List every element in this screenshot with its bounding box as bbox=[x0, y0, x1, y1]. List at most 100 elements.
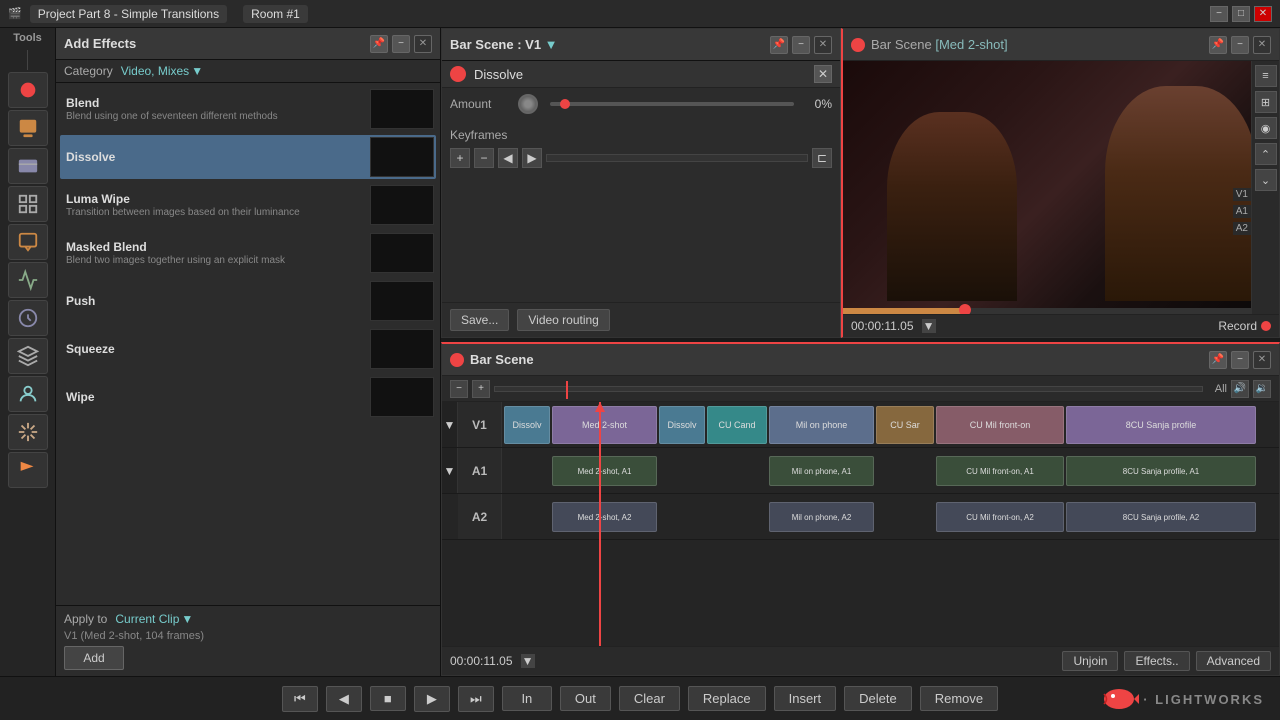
amount-slider[interactable] bbox=[550, 102, 794, 106]
effects-button[interactable]: Effects.. bbox=[1124, 651, 1189, 671]
effect-masked-blend[interactable]: Masked Blend Blend two images together u… bbox=[60, 231, 436, 275]
bar-scene-v1-panel: Bar Scene : V1 ▼ 📌 − ✕ Dissolve ✕ bbox=[441, 28, 841, 338]
room-label[interactable]: Room #1 bbox=[243, 5, 308, 23]
category-value[interactable]: Video, Mixes bbox=[121, 64, 189, 78]
kf-play-btn[interactable]: ▶ bbox=[522, 148, 542, 168]
preview-timecode-dropdown[interactable]: ▼ bbox=[922, 319, 936, 333]
toolbar-icon-5[interactable] bbox=[8, 224, 48, 260]
effect-squeeze[interactable]: Squeeze bbox=[60, 327, 436, 371]
panel-close-btn[interactable]: ✕ bbox=[414, 35, 432, 53]
v1-clip-mil-phone[interactable]: Mil on phone bbox=[769, 406, 874, 444]
toolbar-icon-7[interactable] bbox=[8, 300, 48, 336]
toolbar-icon-flag[interactable] bbox=[8, 452, 48, 488]
toolbar-icon-9[interactable] bbox=[8, 376, 48, 412]
preview-minimize-btn[interactable]: − bbox=[1231, 36, 1249, 54]
effect-push[interactable]: Push bbox=[60, 279, 436, 323]
clear-button[interactable]: Clear bbox=[619, 686, 680, 711]
close-button[interactable]: ✕ bbox=[1254, 6, 1272, 22]
record-button[interactable]: Record bbox=[1218, 319, 1271, 333]
amount-knob[interactable] bbox=[518, 94, 538, 114]
tl-audio-down-btn[interactable]: 🔊 bbox=[1231, 380, 1249, 398]
effect-luma-wipe[interactable]: Luma Wipe Transition between images base… bbox=[60, 183, 436, 227]
timeline-close-btn[interactable]: ✕ bbox=[1253, 351, 1271, 369]
v1-clip-cu-mil[interactable]: CU Mil front-on bbox=[936, 406, 1064, 444]
preview-side-btn-5[interactable]: ⌄ bbox=[1255, 169, 1277, 191]
category-dropdown-icon[interactable]: ▼ bbox=[191, 64, 203, 78]
tl-scroll-track[interactable] bbox=[494, 386, 1203, 392]
apply-to-value[interactable]: Current Clip bbox=[115, 612, 179, 626]
toolbar-icon-2[interactable] bbox=[8, 110, 48, 146]
in-button[interactable]: In bbox=[502, 686, 552, 711]
go-end-button[interactable]: ⏭ bbox=[458, 686, 494, 712]
delete-button[interactable]: Delete bbox=[844, 686, 912, 711]
tl-zoom-in-btn[interactable]: + bbox=[472, 380, 490, 398]
toolbar-icon-3[interactable] bbox=[8, 148, 48, 184]
go-prev-button[interactable]: ◀ bbox=[326, 686, 362, 712]
toolbar-icon-1[interactable] bbox=[8, 72, 48, 108]
a2-clip-8cu-sanja[interactable]: 8CU Sanja profile, A2 bbox=[1066, 502, 1256, 532]
toolbar-icon-6[interactable] bbox=[8, 262, 48, 298]
tl-zoom-out-btn[interactable]: − bbox=[450, 380, 468, 398]
preview-close-btn[interactable]: ✕ bbox=[1253, 36, 1271, 54]
advanced-button[interactable]: Advanced bbox=[1196, 651, 1271, 671]
a1-clip-mil-phone[interactable]: Mil on phone, A1 bbox=[769, 456, 874, 486]
apply-dropdown-icon[interactable]: ▼ bbox=[181, 612, 193, 626]
bs-v1-close-btn[interactable]: ✕ bbox=[814, 36, 832, 54]
bs-v1-dropdown-icon[interactable]: ▼ bbox=[545, 37, 558, 52]
timeline-pin-btn[interactable]: 📌 bbox=[1209, 351, 1227, 369]
tl-timecode-dropdown[interactable]: ▼ bbox=[521, 654, 535, 668]
replace-button[interactable]: Replace bbox=[688, 686, 766, 711]
dissolve-remove-btn[interactable]: ✕ bbox=[814, 65, 832, 83]
tl-audio-up-btn[interactable]: 🔉 bbox=[1253, 380, 1271, 398]
effect-dissolve[interactable]: Dissolve bbox=[60, 135, 436, 179]
go-start-button[interactable]: ⏮ bbox=[282, 686, 318, 712]
effect-wipe[interactable]: Wipe bbox=[60, 375, 436, 419]
a1-clip-8cu-sanja[interactable]: 8CU Sanja profile, A1 bbox=[1066, 456, 1256, 486]
v1-clip-dissolv2[interactable]: Dissolv bbox=[659, 406, 705, 444]
minimize-button[interactable]: − bbox=[1210, 6, 1228, 22]
preview-side-btn-2[interactable]: ⊞ bbox=[1255, 91, 1277, 113]
remove-button[interactable]: Remove bbox=[920, 686, 998, 711]
maximize-button[interactable]: □ bbox=[1232, 6, 1250, 22]
v1-clip-med2shot[interactable]: Med 2-shot bbox=[552, 406, 657, 444]
toolbar-icon-4[interactable] bbox=[8, 186, 48, 222]
preview-timecode: 00:00:11.05 bbox=[851, 319, 914, 333]
preview-side-btn-4[interactable]: ⌃ bbox=[1255, 143, 1277, 165]
unjoin-button[interactable]: Unjoin bbox=[1062, 651, 1118, 671]
out-button[interactable]: Out bbox=[560, 686, 611, 711]
preview-side-btn-1[interactable]: ≡ bbox=[1255, 65, 1277, 87]
preview-side-btn-3[interactable]: ◉ bbox=[1255, 117, 1277, 139]
go-next-button[interactable]: ▶ bbox=[414, 686, 450, 712]
v1-clip-cu-cand[interactable]: CU Cand bbox=[707, 406, 767, 444]
panel-pin-btn[interactable]: 📌 bbox=[370, 35, 388, 53]
toolbar-icon-8[interactable] bbox=[8, 338, 48, 374]
a2-clip-mil-phone[interactable]: Mil on phone, A2 bbox=[769, 502, 874, 532]
a2-clip-cu-mil[interactable]: CU Mil front-on, A2 bbox=[936, 502, 1064, 532]
insert-button[interactable]: Insert bbox=[774, 686, 837, 711]
kf-end-btn[interactable]: ⊏ bbox=[812, 148, 832, 168]
a1-clip-med2shot[interactable]: Med 2-shot, A1 bbox=[552, 456, 657, 486]
panel-minimize-btn[interactable]: − bbox=[392, 35, 410, 53]
effect-wipe-name: Wipe bbox=[66, 390, 366, 404]
a2-clip-med2shot[interactable]: Med 2-shot, A2 bbox=[552, 502, 657, 532]
add-effect-button[interactable]: Add bbox=[64, 646, 124, 670]
stop-button[interactable]: ■ bbox=[370, 686, 406, 711]
kf-prev-btn[interactable]: ◀ bbox=[498, 148, 518, 168]
v1-clip-8cu-sanja[interactable]: 8CU Sanja profile bbox=[1066, 406, 1256, 444]
save-button[interactable]: Save... bbox=[450, 309, 509, 331]
v1-collapse-btn[interactable]: ▼ bbox=[442, 402, 458, 447]
bs-v1-pin-btn[interactable]: 📌 bbox=[770, 36, 788, 54]
effect-blend[interactable]: Blend Blend using one of seventeen diffe… bbox=[60, 87, 436, 131]
preview-pin-btn[interactable]: 📌 bbox=[1209, 36, 1227, 54]
a1-clip-cu-mil[interactable]: CU Mil front-on, A1 bbox=[936, 456, 1064, 486]
kf-add-btn[interactable]: + bbox=[450, 148, 470, 168]
bs-v1-minimize-btn[interactable]: − bbox=[792, 36, 810, 54]
a1-collapse-btn[interactable]: ▼ bbox=[442, 448, 458, 493]
toolbar-icon-10[interactable] bbox=[8, 414, 48, 450]
timeline-minimize-btn[interactable]: − bbox=[1231, 351, 1249, 369]
video-routing-button[interactable]: Video routing bbox=[517, 309, 610, 331]
v1-clip-cu-sar[interactable]: CU Sar bbox=[876, 406, 934, 444]
project-title[interactable]: Project Part 8 - Simple Transitions bbox=[30, 5, 227, 23]
v1-clip-dissolv1[interactable]: Dissolv bbox=[504, 406, 550, 444]
kf-remove-btn[interactable]: − bbox=[474, 148, 494, 168]
